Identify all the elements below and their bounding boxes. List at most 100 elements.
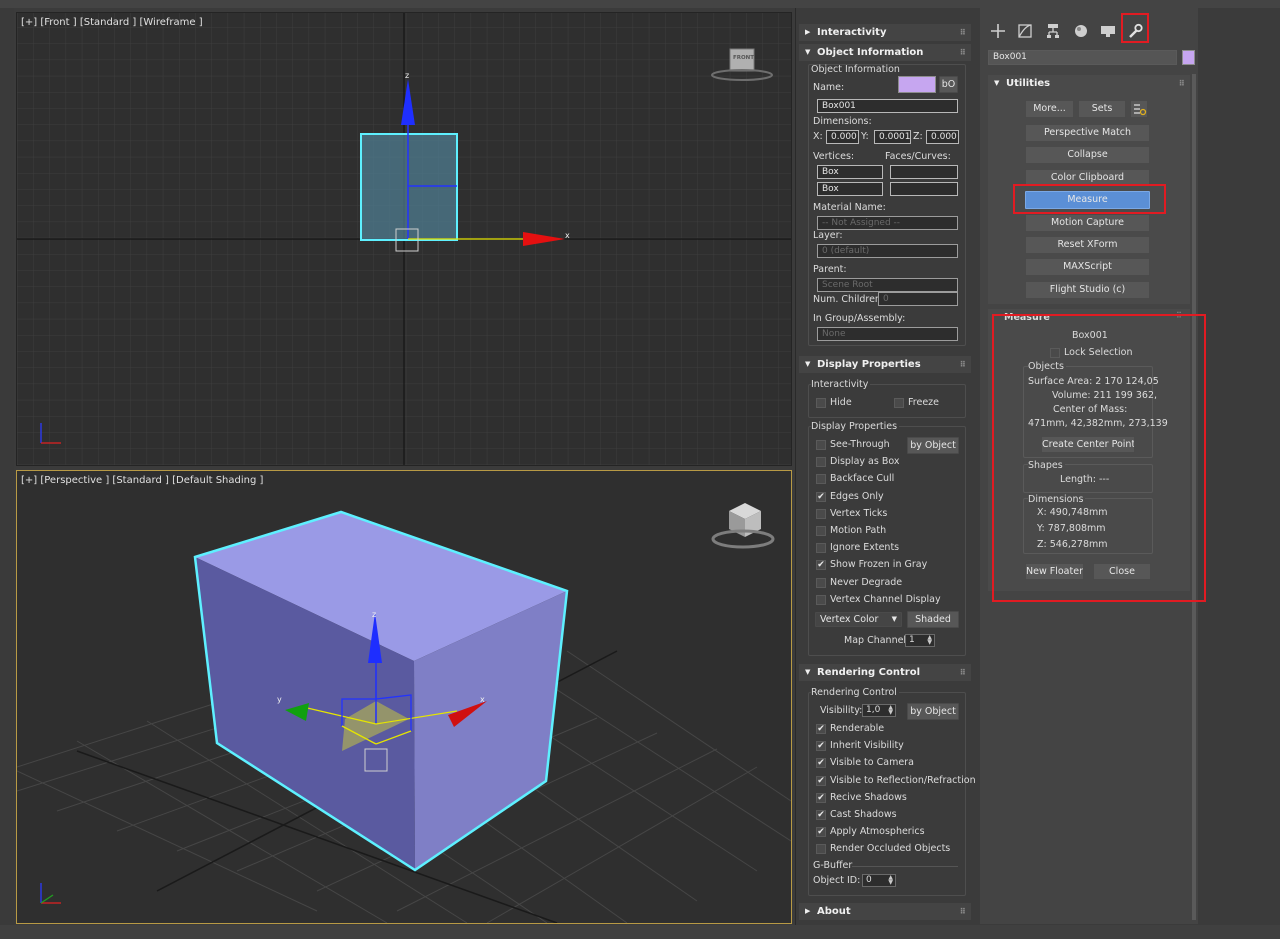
checkbox-label: Vertex Ticks	[830, 507, 888, 519]
parent-field: Scene Root	[817, 278, 958, 292]
checkbox-box[interactable]: ✔	[816, 560, 826, 571]
visibility-spinner[interactable]: 1,0 ▲ ▼	[862, 704, 896, 717]
more-button[interactable]: More...	[1025, 100, 1074, 118]
object-info-rollout-header[interactable]: ▼ Object Information ⠿	[799, 44, 971, 61]
object-id-spinner[interactable]: 0 ▲ ▼	[862, 874, 896, 887]
left-strip	[0, 8, 14, 939]
map-channel-label: Map Channel:	[844, 635, 910, 646]
about-rollout-header[interactable]: ▶ About ⠿	[799, 903, 971, 920]
front-cube-label: FRONT	[733, 55, 755, 61]
checkbox-box[interactable]: ✔	[816, 827, 826, 838]
perspective-viewport-canvas	[17, 503, 791, 923]
selected-object-color-swatch[interactable]	[1182, 50, 1195, 65]
object-info-group-title: Object Information	[811, 64, 900, 75]
checkbox-label: Recive Shadows	[830, 791, 907, 803]
checkbox-label: Renderable	[830, 723, 885, 734]
modify-icon[interactable]	[1016, 22, 1034, 40]
name-bo-button[interactable]: bO	[939, 76, 958, 93]
name-label: Name:	[813, 82, 845, 93]
configure-sets-icon[interactable]	[1130, 100, 1148, 118]
selected-object-name-field[interactable]: Box001	[988, 50, 1177, 65]
display-properties-rollout-header[interactable]: ▼ Display Properties ⠿	[799, 356, 971, 373]
layer-label: Layer:	[813, 230, 843, 241]
utility-button-flight-studio-c[interactable]: Flight Studio (c)	[1025, 280, 1150, 299]
checkbox-box[interactable]	[816, 844, 826, 855]
faces-label: Faces/Curves:	[885, 151, 951, 162]
checkbox-label: Vertex Channel Display	[830, 593, 941, 605]
utility-button-perspective-match[interactable]: Perspective Match	[1025, 124, 1150, 142]
checkbox-label: See-Through	[830, 439, 890, 450]
display-icon[interactable]	[1099, 22, 1117, 40]
checkbox-box[interactable]	[816, 474, 826, 485]
box-front-view[interactable]	[360, 133, 458, 241]
gbuffer-label: G-Buffer	[813, 860, 853, 871]
utility-button-motion-capture[interactable]: Motion Capture	[1025, 213, 1150, 232]
vertex-color-dropdown[interactable]: Vertex Color ▼	[815, 612, 902, 627]
checkbox-label: Visible to Camera	[830, 757, 914, 769]
checkbox-label: Apply Atmospherics	[830, 826, 925, 838]
render-by-object-button[interactable]: by Object	[907, 703, 959, 720]
map-channel-spinner[interactable]: 1 ▲ ▼	[905, 634, 935, 647]
sets-button[interactable]: Sets	[1078, 100, 1126, 118]
dimensions-label: Dimensions:	[813, 116, 872, 127]
front-viewport-label[interactable]: [+] [Front ] [Standard ] [Wireframe ]	[21, 17, 203, 28]
dim-z-label: Z:	[913, 131, 923, 142]
perspective-viewcube[interactable]	[711, 503, 775, 549]
perspective-viewport[interactable]: [+] [Perspective ] [Standard ] [Default …	[16, 470, 792, 924]
checkbox-label: Backface Cull	[830, 473, 895, 485]
motion-icon[interactable]	[1072, 22, 1090, 40]
create-icon[interactable]	[989, 22, 1007, 40]
box-perspective-view[interactable]	[193, 510, 569, 872]
measure-rollout-highlight	[992, 314, 1206, 602]
front-viewport[interactable]: [+] [Front ] [Standard ] [Wireframe ] FR…	[16, 12, 792, 466]
utilities-tab-highlight	[1121, 13, 1149, 43]
utilities-rollout-header[interactable]: ▼ Utilities ⠿	[988, 75, 1190, 92]
parent-label: Parent:	[813, 264, 847, 275]
checkbox-box[interactable]	[816, 577, 826, 588]
bottom-strip	[0, 925, 1280, 939]
vertices-label: Vertices:	[813, 151, 855, 162]
layer-field: 0 (default)	[817, 244, 958, 258]
group-assembly-field: None	[817, 327, 958, 341]
object-color-swatch[interactable]	[898, 76, 936, 93]
utility-button-collapse[interactable]: Collapse	[1025, 146, 1150, 165]
dim-x-label: X:	[813, 131, 823, 142]
checkbox-label: Render Occluded Objects	[830, 843, 951, 855]
dim-y-field: 0.0001	[874, 130, 911, 144]
measure-button-highlight	[1013, 184, 1166, 214]
rendering-control-rollout-header[interactable]: ▼ Rendering Control ⠿	[799, 664, 971, 681]
display-by-object-button[interactable]: by Object	[907, 437, 959, 454]
checkbox-box[interactable]	[816, 543, 826, 554]
checkbox-box[interactable]: ✔	[816, 775, 826, 786]
checkbox-box[interactable]: ✔	[816, 741, 826, 752]
checkbox-box[interactable]: ✔	[816, 810, 826, 820]
visibility-label: Visibility:	[820, 705, 863, 716]
checkbox-box[interactable]	[816, 526, 826, 536]
dim-y-label: Y:	[861, 131, 869, 142]
checkbox-label: Inherit Visibility	[830, 740, 904, 752]
shaded-button[interactable]: Shaded	[907, 611, 959, 628]
checkbox-box[interactable]	[816, 508, 826, 519]
checkbox-box[interactable]: ✔	[816, 724, 826, 734]
hierarchy-icon[interactable]	[1044, 22, 1062, 40]
faces-field-1	[890, 165, 958, 179]
checkbox-box[interactable]: ✔	[816, 792, 826, 803]
perspective-viewport-label[interactable]: [+] [Perspective ] [Standard ] [Default …	[21, 475, 263, 486]
checkbox-box[interactable]: ✔	[816, 758, 826, 769]
interactivity-rollout-header[interactable]: ▶ Interactivity ⠿	[799, 24, 971, 41]
object-id-label: Object ID:	[813, 875, 861, 886]
checkbox-box[interactable]	[816, 457, 826, 468]
checkbox-label: Cast Shadows	[830, 809, 897, 820]
utility-button-maxscript[interactable]: MAXScript	[1025, 258, 1150, 277]
utility-button-reset-xform[interactable]: Reset XForm	[1025, 236, 1150, 254]
front-viewport-canvas	[17, 13, 791, 465]
checkbox-box[interactable]: ✔	[816, 491, 826, 502]
dim-x-field: 0.000	[826, 130, 859, 144]
vertices-field-1: Box	[817, 165, 883, 179]
dim-z-field: 0.000	[926, 130, 959, 144]
interactivity-group-title: Interactivity	[811, 379, 871, 390]
checkbox-box[interactable]	[816, 594, 826, 605]
persp-axis-y: y	[277, 695, 282, 704]
checkbox-box[interactable]	[816, 440, 826, 450]
object-name-field[interactable]: Box001	[817, 99, 958, 113]
